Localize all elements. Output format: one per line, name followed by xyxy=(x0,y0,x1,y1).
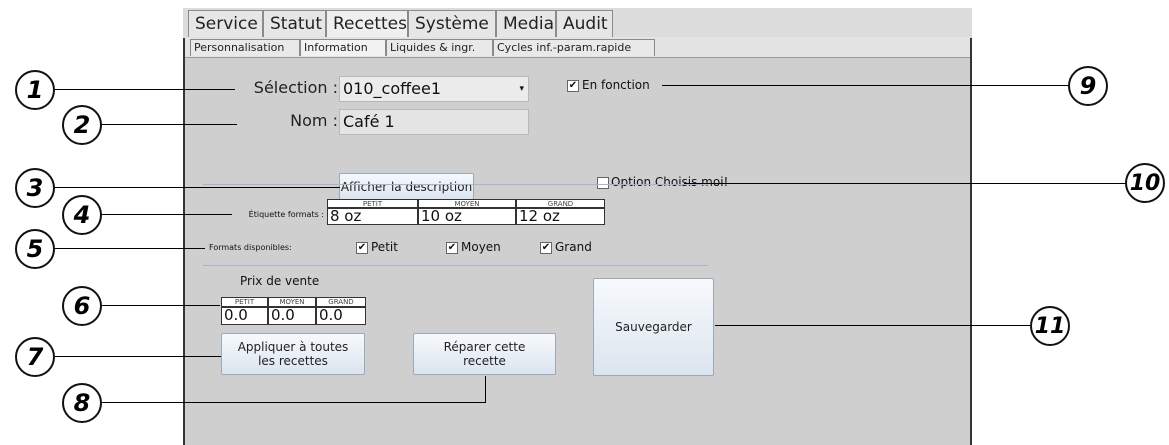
repair-line2: recette xyxy=(463,354,506,368)
callout-9: 9 xyxy=(1068,66,1108,106)
etiquette-moyen-field[interactable]: 10 oz xyxy=(418,208,516,225)
en-fonction-checkbox[interactable]: ✔ xyxy=(567,80,579,92)
app-window xyxy=(183,8,972,445)
format-grand-checkbox[interactable]: ✔ xyxy=(540,242,552,254)
callout-4: 4 xyxy=(62,195,102,235)
callout-line xyxy=(102,305,220,307)
format-petit-label: Petit xyxy=(371,240,398,254)
format-moyen-checkbox[interactable]: ✔ xyxy=(446,242,458,254)
prix-moyen-field[interactable]: 0.0 xyxy=(268,307,316,325)
nom-label: Nom : xyxy=(290,111,338,130)
selection-value: 010_coffee1 xyxy=(343,79,442,98)
callout-line xyxy=(55,187,340,189)
subtab-liquides[interactable]: Liquides & ingr. xyxy=(386,39,493,56)
subtab-cycles[interactable]: Cycles inf.-param.rapide xyxy=(493,39,655,56)
callout-line xyxy=(684,183,1126,185)
callout-11: 11 xyxy=(1030,306,1070,346)
format-moyen-label: Moyen xyxy=(461,240,501,254)
apply-all-button[interactable]: Appliquer à toutes les recettes xyxy=(221,333,365,375)
selection-dropdown[interactable]: 010_coffee1 ▾ xyxy=(339,76,529,102)
callout-10: 10 xyxy=(1125,163,1165,203)
repair-recipe-button[interactable]: Réparer cette recette xyxy=(413,333,556,375)
callout-line xyxy=(102,402,486,404)
en-fonction-label: En fonction xyxy=(582,78,650,92)
tab-audit[interactable]: Audit xyxy=(556,10,613,37)
apply-all-line1: Appliquer à toutes xyxy=(237,340,349,354)
tab-media[interactable]: Media xyxy=(496,10,556,37)
prix-title: Prix de vente xyxy=(240,274,320,288)
etiquette-petit-field[interactable]: 8 oz xyxy=(327,208,418,225)
option-choisis-label: Option Choisis moi! xyxy=(611,175,729,189)
subtab-information[interactable]: Information xyxy=(300,39,386,56)
format-petit-checkbox[interactable]: ✔ xyxy=(356,242,368,254)
callout-line xyxy=(55,356,221,358)
formats-label: Formats disponibles: xyxy=(209,243,292,252)
etiquette-label: Étiquette formats : xyxy=(248,210,324,219)
prix-grand-field[interactable]: 0.0 xyxy=(316,307,366,325)
selection-label: Sélection : xyxy=(253,78,338,97)
separator xyxy=(203,265,708,266)
tab-recettes[interactable]: Recettes xyxy=(326,10,408,37)
callout-6: 6 xyxy=(62,286,102,326)
callout-line xyxy=(55,248,205,250)
callout-1: 1 xyxy=(15,70,55,110)
callout-8: 8 xyxy=(62,383,102,423)
nom-field[interactable]: Café 1 xyxy=(339,109,529,135)
callout-5: 5 xyxy=(15,229,55,269)
callout-2: 2 xyxy=(62,105,102,145)
callout-line xyxy=(485,376,487,403)
subtab-personnalisation[interactable]: Personnalisation xyxy=(190,39,300,56)
prix-petit-field[interactable]: 0.0 xyxy=(221,307,268,325)
callout-line xyxy=(102,124,237,126)
apply-all-line2: les recettes xyxy=(258,354,328,368)
tab-systeme[interactable]: Système xyxy=(408,10,496,37)
callout-line xyxy=(715,325,1030,327)
save-button[interactable]: Sauvegarder xyxy=(593,278,714,376)
format-grand-label: Grand xyxy=(555,240,592,254)
callout-line xyxy=(55,89,235,91)
callout-7: 7 xyxy=(15,337,55,377)
separator xyxy=(203,184,708,185)
callout-3: 3 xyxy=(15,168,55,208)
etiquette-grand-field[interactable]: 12 oz xyxy=(516,208,605,225)
tab-statut[interactable]: Statut xyxy=(263,10,326,37)
callout-line xyxy=(102,214,232,216)
dropdown-arrow-icon: ▾ xyxy=(519,84,524,94)
option-choisis-checkbox[interactable] xyxy=(597,177,609,189)
tab-service[interactable]: Service xyxy=(188,10,263,37)
callout-line xyxy=(662,85,1070,87)
show-description-button[interactable]: Afficher la description xyxy=(339,173,474,200)
repair-line1: Réparer cette xyxy=(443,340,526,354)
